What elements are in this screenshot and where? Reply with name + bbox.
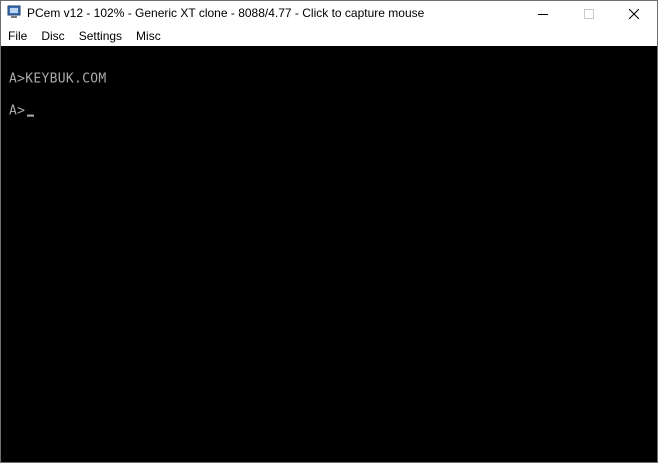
minimize-icon (538, 13, 548, 15)
dos-prompt-text: A> (9, 103, 26, 119)
title-bar[interactable]: PCem v12 - 102% - Generic XT clone - 808… (1, 1, 657, 26)
menu-misc[interactable]: Misc (129, 26, 168, 46)
menu-disc[interactable]: Disc (34, 26, 71, 46)
maximize-icon (584, 8, 594, 19)
close-icon (629, 8, 639, 19)
emulator-window: PCem v12 - 102% - Generic XT clone - 808… (0, 0, 658, 463)
close-button[interactable] (611, 1, 657, 26)
dos-prompt-line: A> (9, 103, 35, 119)
app-icon (7, 5, 21, 18)
dos-line-text: A>KEYBUK.COM (9, 71, 107, 87)
emulator-screen[interactable]: A>KEYBUK.COM A> (1, 46, 657, 462)
menu-file[interactable]: File (1, 26, 34, 46)
menu-settings[interactable]: Settings (72, 26, 129, 46)
dos-output-line: A>KEYBUK.COM (9, 71, 107, 87)
text-cursor (27, 114, 35, 117)
window-title: PCem v12 - 102% - Generic XT clone - 808… (27, 6, 425, 20)
minimize-button[interactable] (520, 1, 566, 26)
menu-bar: File Disc Settings Misc (1, 26, 657, 46)
maximize-button[interactable] (566, 1, 612, 26)
